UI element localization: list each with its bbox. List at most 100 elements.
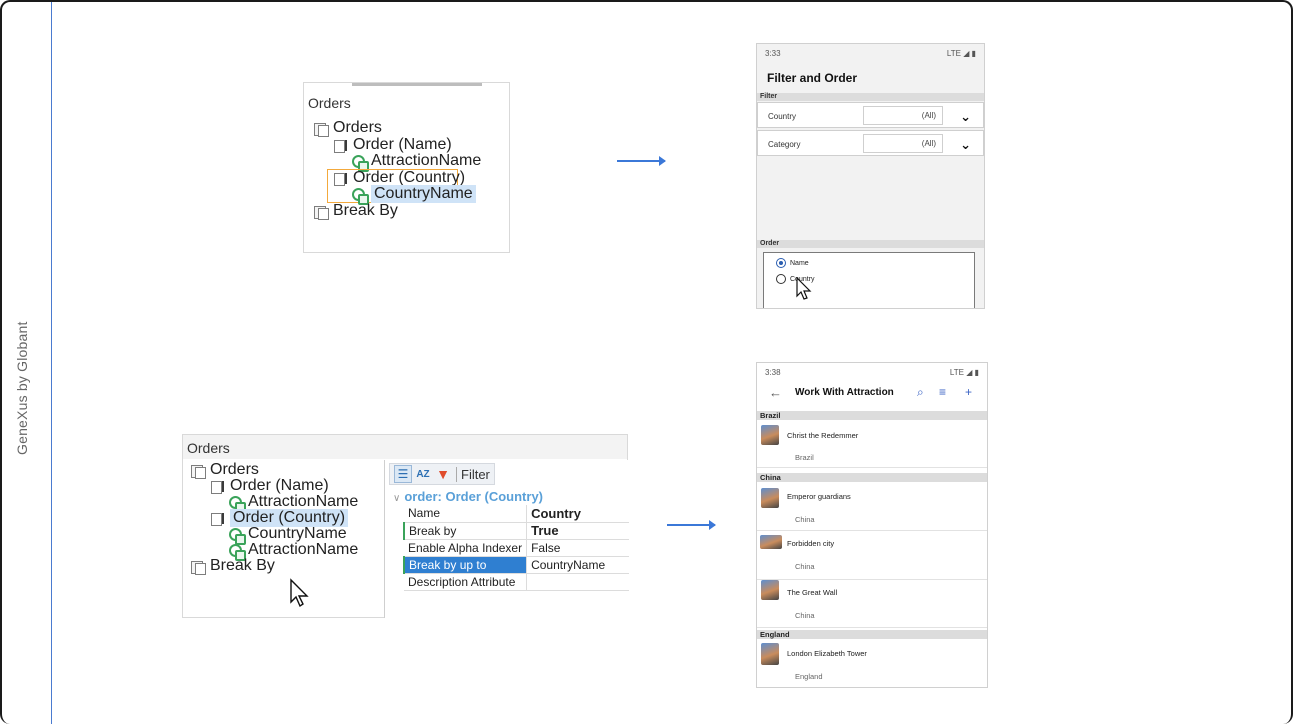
tree-node-orders[interactable]: Orders [314,119,382,137]
properties-grid: ☰ AZ ▼ Filter ∨ order: Order (Country) Na… [384,460,629,618]
categorized-view-button[interactable]: ☰ [394,465,412,483]
tree-node-countryname[interactable]: CountryName [229,525,347,545]
order-icon [334,172,349,186]
list-item[interactable]: Christ the Redemmer Brazil [757,420,987,468]
chevron-down-icon[interactable]: ⌄ [960,137,971,153]
phone-work-with-attraction: 3:38 LTE ◢ ▮ ← Work With Attraction ⌕ ≡ … [756,362,988,688]
tree-node-countryname[interactable]: CountryName [352,185,476,205]
panel-title: Orders [308,95,351,111]
group-header-china: China [757,473,987,482]
tree-node-break-by[interactable]: Break By [314,202,398,220]
list-item[interactable]: London Elizabeth Tower England [757,639,987,687]
panel-header [183,435,627,459]
status-bar: 3:33 LTE ◢ ▮ [757,44,984,62]
tree-node-order-country[interactable]: Order (Country) [211,509,349,527]
property-row[interactable]: Enable Alpha Indexer False [404,539,629,557]
attraction-country: England [795,672,823,681]
attraction-name: London Elizabeth Tower [787,649,867,658]
filter-label: Category [768,140,801,149]
property-name: Enable Alpha Indexer [404,539,528,557]
country-filter-row[interactable]: Country (All) ⌄ [757,102,984,128]
tree-node-orders[interactable]: Orders [191,461,259,479]
list-item[interactable]: The Great Wall China [757,580,987,628]
filter-label[interactable]: Filter [456,466,490,482]
brand-label: GeneXus by Globant [14,321,30,455]
orders-icon [314,122,329,137]
tree-node-label: Break By [210,557,275,574]
panel-top-bar [352,83,482,86]
attraction-thumbnail [761,580,779,600]
property-value[interactable]: True [526,522,629,540]
property-row[interactable]: Name Country [404,505,629,523]
property-value[interactable]: Country [526,505,629,523]
country-filter-value[interactable]: (All) [863,106,943,125]
attraction-thumbnail [761,643,779,665]
attraction-name: Emperor guardians [787,492,851,501]
attraction-thumbnail [760,535,782,549]
property-name: Break by [403,522,528,540]
status-bar: 3:38 LTE ◢ ▮ [757,363,987,381]
attribute-icon [352,154,369,172]
break-by-icon [314,205,329,220]
status-time: 3:33 [765,49,781,58]
order-option-name[interactable]: Name [776,258,809,268]
tree-node-label: CountryName [371,185,476,203]
tree-node-break-by[interactable]: Break By [191,557,275,575]
properties-header: ∨ order: Order (Country) [393,489,543,504]
top-orders-panel: Orders Orders Order (Name) AttractionNam… [303,82,510,253]
attribute-icon [352,187,369,205]
arrow-top [617,156,666,166]
property-name: Description Attribute [404,573,528,591]
list-item[interactable]: Emperor guardians China [757,482,987,531]
property-value[interactable]: False [526,539,629,557]
attraction-name: Forbidden city [787,539,835,548]
tree-node-label: Orders [333,119,382,136]
property-value[interactable]: CountryName [526,556,629,574]
add-icon[interactable]: + [965,385,972,399]
radio-label: Name [790,259,809,267]
properties-header-text: order: Order (Country) [404,489,543,504]
attraction-thumbnail [761,488,779,508]
list-item[interactable]: Forbidden city China [757,531,987,580]
tree-node-order-country[interactable]: Order (Country) [334,169,465,186]
attraction-country: China [795,562,815,571]
back-arrow-icon[interactable]: ← [769,385,782,400]
attraction-country: China [795,515,815,524]
tree-node-attractionname[interactable]: AttractionName [352,152,482,172]
sort-alphabetical-button[interactable]: AZ [414,465,432,483]
attribute-icon [229,527,246,545]
property-row[interactable]: Description Attribute [404,573,629,591]
radio-unselected[interactable] [776,274,786,284]
filter-section-label: Filter [757,93,984,101]
tree-node-label: AttractionName [371,152,482,169]
attraction-country: China [795,611,815,620]
status-icons: LTE ◢ ▮ [946,49,976,58]
chevron-down-icon[interactable]: ⌄ [960,109,971,125]
tree-node-order-name[interactable]: Order (Name) [334,136,452,153]
property-value[interactable] [526,573,629,591]
attraction-name: The Great Wall [787,588,838,597]
category-filter-row[interactable]: Category (All) ⌄ [757,130,984,156]
properties-table: Name Country Break by True Enable Alpha In… [403,505,629,591]
property-row[interactable]: Break by True [403,522,629,540]
filter-icon[interactable]: ▼ [434,465,452,483]
order-icon [211,512,226,526]
order-icon [334,139,349,153]
attraction-thumbnail [761,425,779,445]
property-row-selected[interactable]: Break by up to CountryName [403,556,629,574]
category-filter-value[interactable]: (All) [863,134,943,153]
tree-node-attractionname-2[interactable]: AttractionName [229,541,358,561]
tree-node-order-name[interactable]: Order (Name) [211,477,329,494]
break-by-icon [191,560,206,575]
status-time: 3:38 [765,368,781,377]
radio-selected[interactable] [776,258,786,268]
attribute-icon [229,543,246,561]
chevron-down-icon[interactable]: ∨ [393,493,400,504]
phone-filter-order: 3:33 LTE ◢ ▮ Filter and Order Filter Cou… [756,43,985,309]
property-name: Break by up to [403,556,528,574]
property-name: Name [404,505,528,523]
status-icons: LTE ◢ ▮ [949,368,979,377]
tree-node-attractionname[interactable]: AttractionName [229,493,358,513]
search-icon[interactable]: ⌕ [917,385,924,400]
filter-icon[interactable]: ≡ [939,385,946,399]
